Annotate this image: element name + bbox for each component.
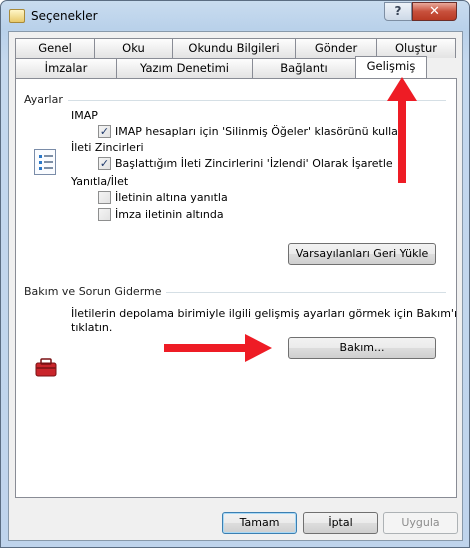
help-button[interactable]: ? (384, 2, 412, 21)
options-dialog: Seçenekler ? ✕ Genel Oku Okundu Bilgiler… (0, 0, 470, 548)
tab-imzalar[interactable]: İmzalar (15, 58, 117, 78)
window-title: Seçenekler (31, 9, 98, 23)
advanced-tab-panel: Ayarlar IMAP ✓ IMAP hesapları için 'Sili… (15, 78, 457, 498)
tab-yazim-denetimi[interactable]: Yazım Denetimi (116, 58, 253, 78)
signature-below-checkbox[interactable] (98, 208, 111, 221)
title-bar[interactable]: Seçenekler ? ✕ (1, 1, 469, 31)
annotation-arrow-up-shaft (398, 99, 406, 183)
toolbox-icon (35, 358, 57, 377)
reply-below-checkbox[interactable] (98, 191, 111, 204)
maintenance-button[interactable]: Bakım... (288, 337, 436, 359)
mark-threads-watched-checkbox[interactable]: ✓ (98, 157, 111, 170)
tab-olustur[interactable]: Oluştur (376, 38, 456, 58)
envelope-icon (9, 9, 25, 23)
signature-below-label[interactable]: İmza iletinin altında (115, 208, 224, 221)
annotation-arrow-right-head (245, 334, 272, 362)
tab-baglanti[interactable]: Bağlantı (252, 58, 356, 78)
reply-below-label[interactable]: İletinin altına yanıtla (115, 191, 228, 204)
settings-list-icon (34, 149, 56, 175)
dialog-client-area: Genel Oku Okundu Bilgileri Gönder Oluştu… (8, 31, 463, 541)
ok-button[interactable]: Tamam (222, 512, 297, 534)
tab-gonder[interactable]: Gönder (295, 38, 377, 58)
tab-gelismis[interactable]: Gelişmiş (355, 56, 427, 78)
close-button[interactable]: ✕ (412, 2, 457, 21)
maintenance-section-title: Bakım ve Sorun Giderme (24, 285, 162, 298)
annotation-arrow-right-shaft (164, 344, 248, 352)
annotation-arrow-up-head (387, 77, 417, 101)
apply-button: Uygula (383, 512, 458, 534)
tab-okundu-bilgileri[interactable]: Okundu Bilgileri (172, 38, 296, 58)
threads-heading: İleti Zincirleri (71, 141, 144, 154)
tab-oku[interactable]: Oku (94, 38, 173, 58)
maintenance-description-line1: İletilerin depolama birimiyle ilgili gel… (71, 307, 458, 320)
reply-heading: Yanıtla/İlet (71, 175, 129, 188)
cancel-button[interactable]: İptal (303, 512, 378, 534)
settings-section-title: Ayarlar (24, 93, 63, 106)
mark-threads-watched-label[interactable]: Başlattığım İleti Zincirlerini 'İzlendi'… (115, 157, 393, 170)
maintenance-divider (166, 292, 446, 293)
imap-heading: IMAP (71, 109, 98, 122)
maintenance-description-line2: tıklatın. (71, 321, 113, 334)
imap-deleted-items-checkbox[interactable]: ✓ (98, 125, 111, 138)
restore-defaults-button[interactable]: Varsayılanları Geri Yükle (288, 243, 436, 265)
tab-genel[interactable]: Genel (15, 38, 95, 58)
